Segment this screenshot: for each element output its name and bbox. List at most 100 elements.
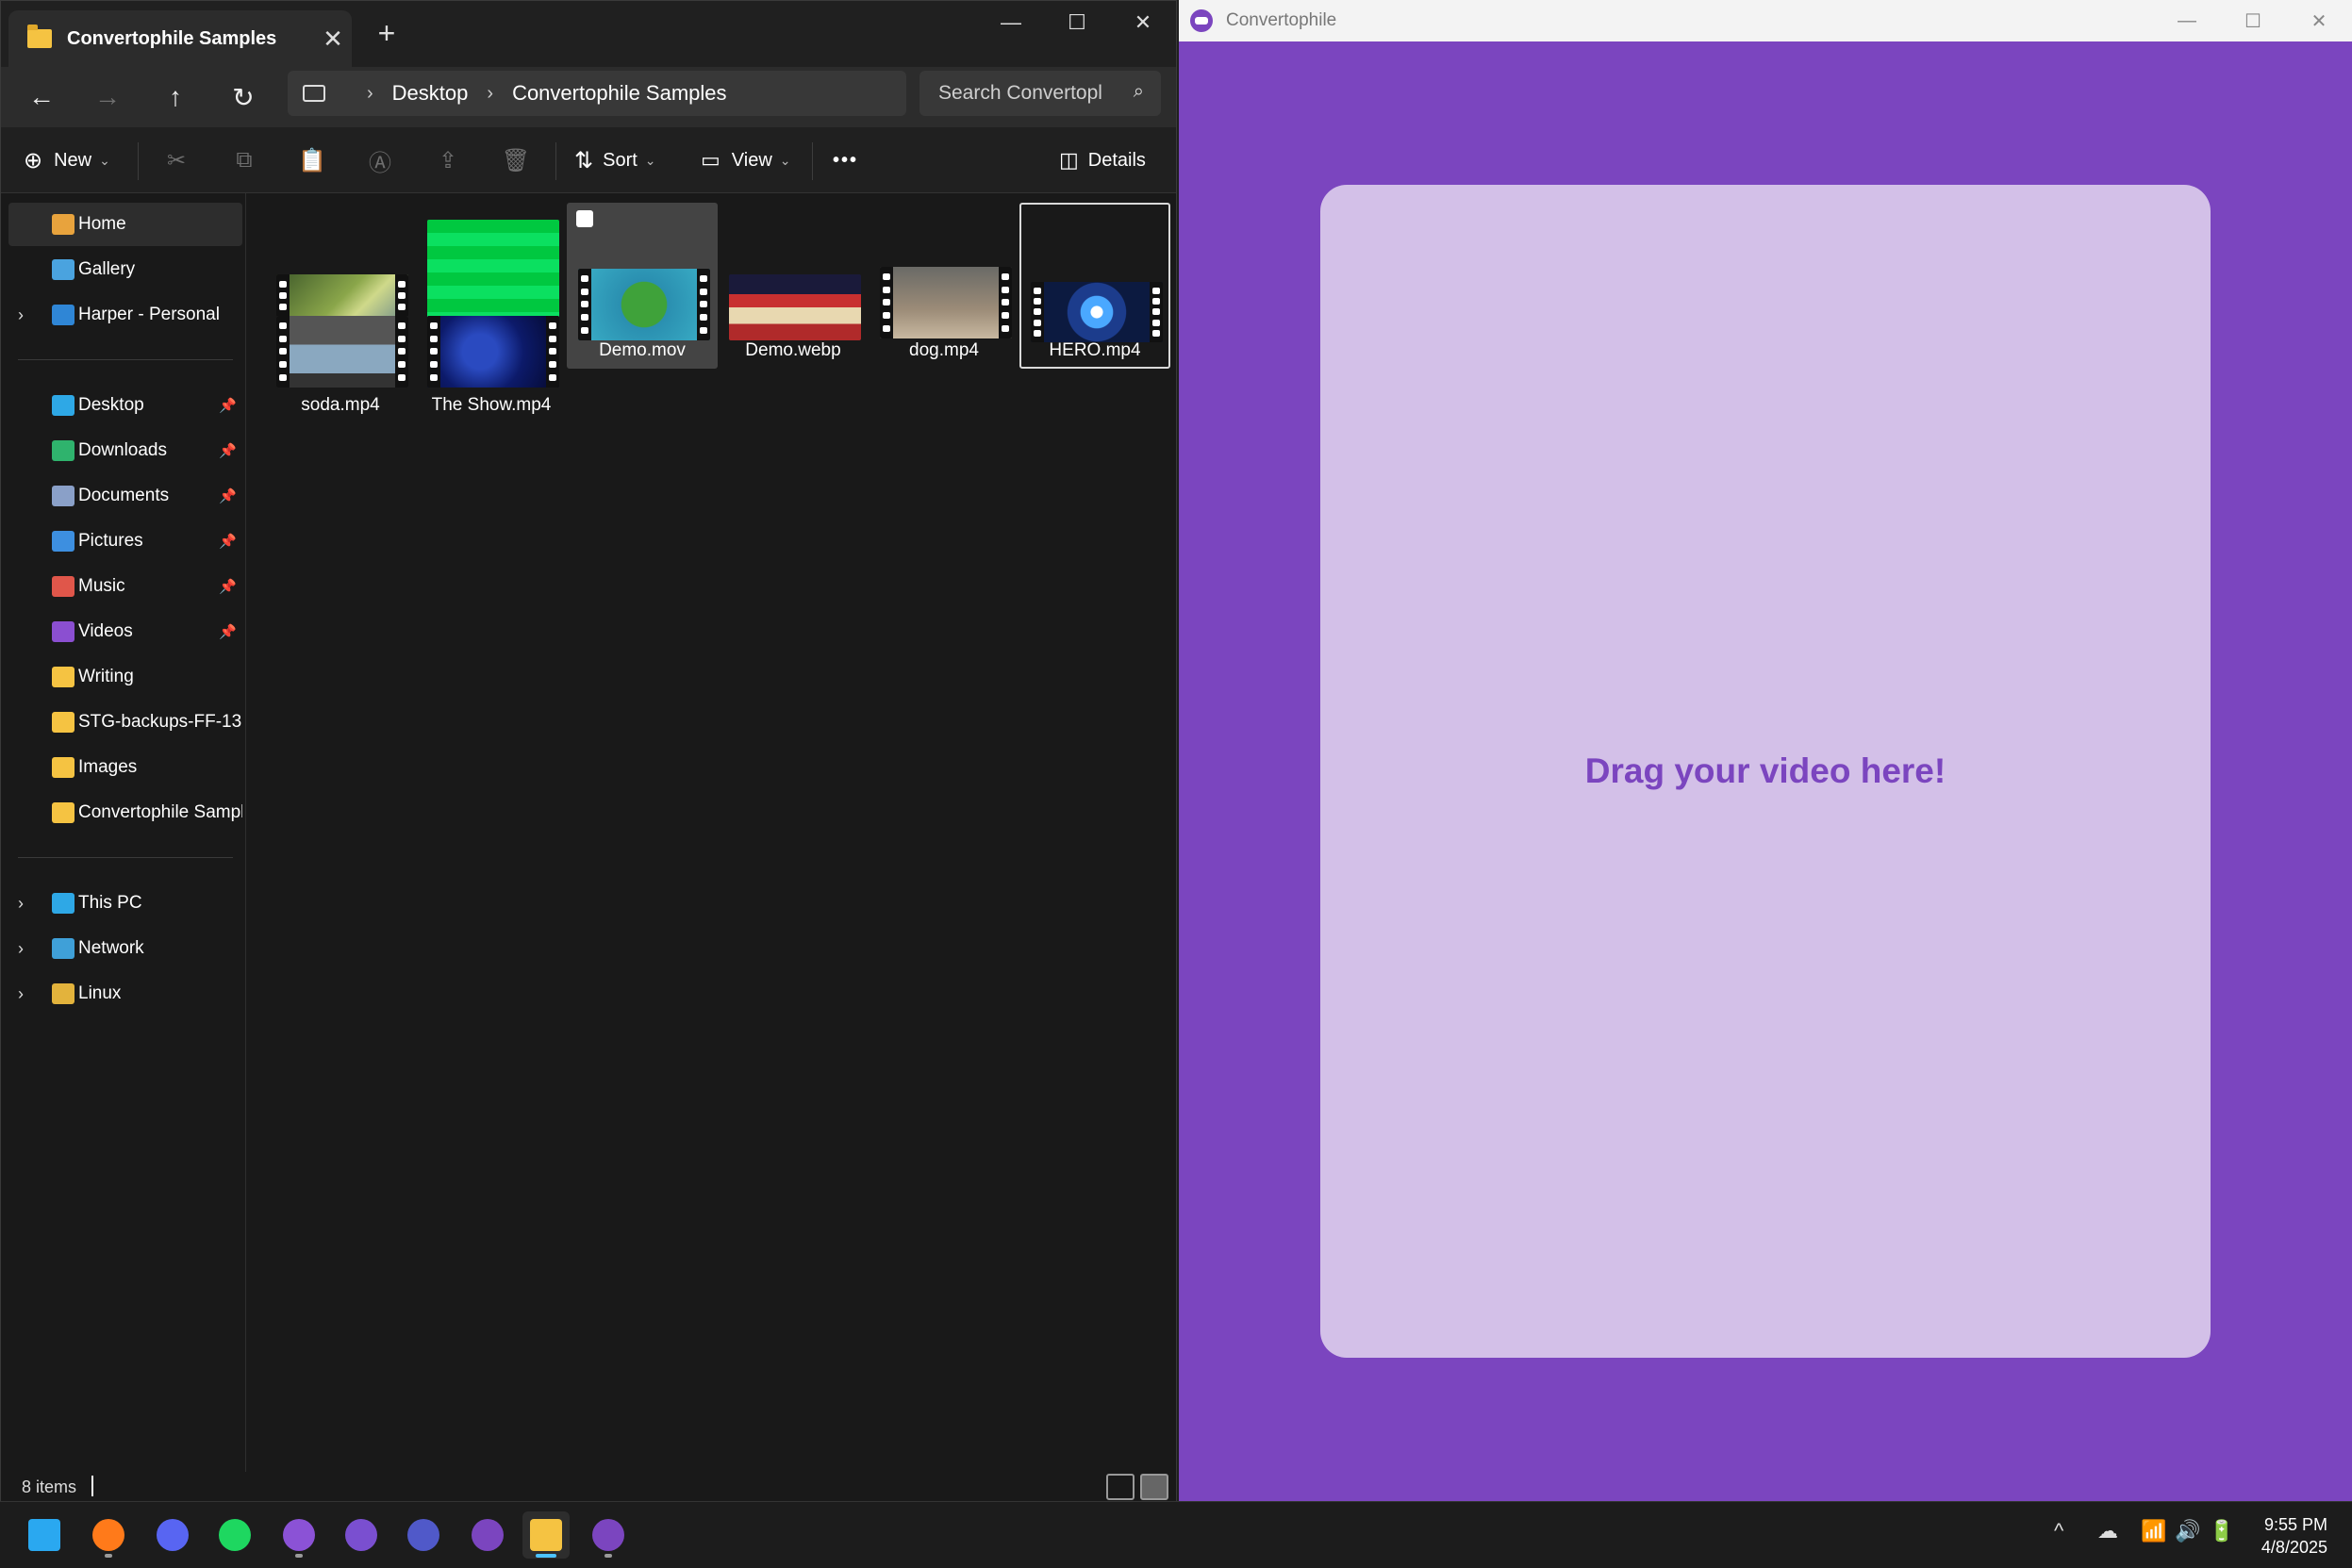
explorer-tab[interactable]: Convertophile Samples ✕	[8, 10, 352, 67]
copy-icon[interactable]: ⧉	[225, 141, 263, 179]
chevron-right-icon[interactable]: ›	[18, 305, 24, 325]
taskbar-convertophile[interactable]	[585, 1511, 632, 1559]
sidebar-item-pictures[interactable]: Pictures 📌	[8, 520, 242, 563]
sidebar-item-downloads[interactable]: Downloads 📌	[8, 429, 242, 472]
sidebar-item-gallery[interactable]: Gallery	[8, 248, 242, 291]
details-button[interactable]: ◫ Details	[1059, 140, 1146, 180]
up-button[interactable]: ↑	[156, 78, 195, 116]
chevron-down-icon: ⌄	[99, 152, 110, 168]
delete-icon[interactable]: 🗑	[497, 141, 535, 179]
new-button[interactable]: ⊕ New ⌄	[24, 140, 110, 180]
new-tab-button[interactable]: +	[371, 16, 403, 51]
file-item-dog-mp4[interactable]: dog.mp4	[869, 203, 1019, 369]
sidebar-item-stg-backups-ff-136-0[interactable]: STG-backups-FF-136.0	[8, 701, 242, 744]
videos-icon	[52, 621, 75, 642]
forward-button[interactable]: →	[88, 78, 127, 116]
taskbar-visual-studio[interactable]	[338, 1511, 385, 1559]
sort-button[interactable]: ⇅ Sort ⌄	[574, 140, 656, 180]
video-drop-zone[interactable]: Drag your video here!	[1320, 185, 2211, 1358]
minimize-button[interactable]: —	[2154, 0, 2220, 41]
teams-icon	[407, 1519, 439, 1551]
paste-icon[interactable]: 📋	[293, 141, 331, 179]
pin-icon: 📌	[219, 624, 237, 640]
command-bar: ⊕ New ⌄ ✂ ⧉ 📋 Ⓐ ⇪ 🗑 ⇅ Sort ⌄ ▭ View ⌄ ••…	[1, 127, 1176, 193]
sort-icon: ⇅	[574, 147, 594, 173]
sidebar-item-home[interactable]: Home	[8, 203, 242, 246]
address-bar-row: ← → ↑ ↻ › Desktop › Convertophile Sample…	[1, 67, 1176, 127]
chevron-right-icon[interactable]: ›	[18, 984, 24, 1004]
file-name: soda.mp4	[301, 395, 380, 415]
maximize-button[interactable]: ☐	[1044, 1, 1110, 44]
sidebar-item-documents[interactable]: Documents 📌	[8, 474, 242, 518]
sidebar-item-desktop[interactable]: Desktop 📌	[8, 384, 242, 427]
rename-icon[interactable]: Ⓐ	[361, 141, 399, 179]
minimize-button[interactable]: —	[978, 1, 1044, 44]
film-strip-icon	[1031, 282, 1044, 342]
chevron-down-icon: ⌄	[779, 152, 791, 168]
file-item-hero-mp4[interactable]: HERO.mp4	[1019, 203, 1170, 369]
taskbar-windows-start[interactable]	[21, 1511, 68, 1559]
tiles-view-toggle[interactable]	[1140, 1474, 1168, 1500]
selection-checkbox[interactable]	[576, 210, 593, 227]
close-button[interactable]: ✕	[2286, 0, 2352, 41]
close-button[interactable]: ✕	[1110, 1, 1176, 44]
file-thumbnail	[276, 316, 408, 388]
sidebar-item-linux[interactable]: › Linux	[8, 972, 242, 1015]
file-item-the-show-mp4[interactable]: The Show.mp4	[416, 314, 567, 423]
back-button[interactable]: ←	[22, 78, 61, 116]
breadcrumb-desktop[interactable]: Desktop	[392, 81, 469, 106]
file-explorer-window: Convertophile Samples ✕ + — ☐ ✕ ← → ↑ ↻ …	[0, 0, 1177, 1502]
breadcrumb[interactable]: › Desktop › Convertophile Samples	[288, 71, 906, 116]
sidebar-item-this-pc[interactable]: › This PC	[8, 882, 242, 925]
refresh-button[interactable]: ↻	[224, 78, 263, 116]
view-button[interactable]: ▭ View ⌄	[701, 140, 791, 180]
sidebar-item-network[interactable]: › Network	[8, 927, 242, 970]
sidebar-item-videos[interactable]: Videos 📌	[8, 610, 242, 653]
file-item-soda-mp4[interactable]: soda.mp4	[265, 314, 416, 423]
sidebar-item-writing[interactable]: Writing	[8, 655, 242, 699]
taskbar-teams[interactable]	[400, 1511, 447, 1559]
volume-icon[interactable]: 🔊	[2175, 1519, 2200, 1543]
sidebar-item-label: Linux	[78, 983, 122, 1003]
file-item-demo-webp[interactable]: Demo.webp	[718, 203, 869, 369]
share-icon[interactable]: ⇪	[429, 141, 467, 179]
github-desktop-icon	[283, 1519, 315, 1551]
stg-backups-ff-136-0-icon	[52, 712, 75, 733]
sidebar-item-music[interactable]: Music 📌	[8, 565, 242, 608]
chevron-right-icon[interactable]: ›	[18, 894, 24, 914]
pin-icon: 📌	[219, 579, 237, 595]
taskbar-discord[interactable]	[149, 1511, 196, 1559]
harper-personal-icon	[52, 305, 75, 325]
taskbar-file-explorer[interactable]	[522, 1511, 570, 1559]
discord-icon	[157, 1519, 189, 1551]
drop-zone-label: Drag your video here!	[1584, 751, 1946, 790]
taskbar-firefox[interactable]	[85, 1511, 132, 1559]
sidebar-item-images[interactable]: Images	[8, 746, 242, 789]
maximize-button[interactable]: ☐	[2220, 0, 2286, 41]
taskbar-spotify[interactable]	[211, 1511, 258, 1559]
sidebar-item-label: This PC	[78, 893, 142, 913]
details-view-toggle[interactable]	[1106, 1474, 1135, 1500]
taskbar-affinity[interactable]	[464, 1511, 511, 1559]
navigation-pane: Home Gallery › Harper - Personal Desktop 📌 Dow…	[1, 193, 246, 1472]
sidebar-item-label: Harper - Personal	[78, 305, 220, 324]
desktop-icon	[52, 395, 75, 416]
taskbar-github-desktop[interactable]	[275, 1511, 323, 1559]
breadcrumb-current[interactable]: Convertophile Samples	[512, 81, 726, 106]
more-options-icon[interactable]: •••	[833, 140, 858, 180]
sidebar-item-convertophile-samples[interactable]: Convertophile Samples	[8, 791, 242, 834]
chevron-right-icon[interactable]: ›	[18, 939, 24, 959]
onedrive-icon[interactable]: ☁	[2097, 1519, 2118, 1543]
battery-icon[interactable]: 🔋	[2209, 1519, 2234, 1543]
sidebar-item-harper-personal[interactable]: › Harper - Personal	[8, 293, 242, 337]
search-input[interactable]: Search Convertopl ⌕	[919, 71, 1161, 116]
new-label: New	[54, 149, 92, 171]
wifi-icon[interactable]: 📶	[2141, 1519, 2166, 1543]
file-item-demo-mov[interactable]: Demo.mov	[567, 203, 718, 369]
documents-icon	[52, 486, 75, 506]
clock[interactable]: 9:55 PM 4/8/2025	[2261, 1513, 2327, 1559]
show-hidden-icons-chevron[interactable]: ^	[2054, 1519, 2063, 1543]
file-thumbnail	[880, 267, 1012, 338]
tab-close-icon[interactable]: ✕	[314, 25, 352, 54]
cut-icon[interactable]: ✂	[157, 141, 195, 179]
